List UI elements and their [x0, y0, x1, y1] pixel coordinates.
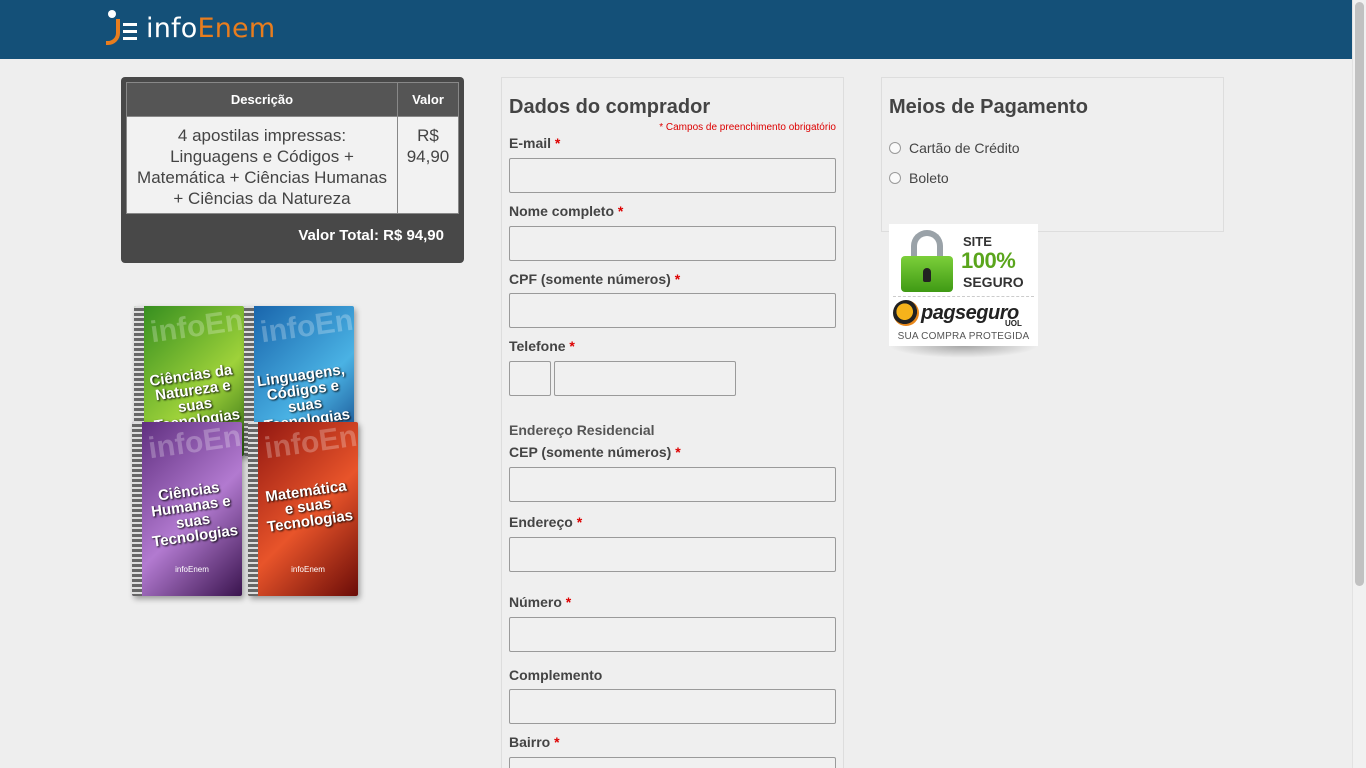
cpf-field[interactable]	[509, 293, 836, 328]
number-label: Número *	[509, 594, 571, 610]
books-image: infoEnem Ciências da Natureza e suas Tec…	[130, 300, 370, 600]
phone-label: Telefone *	[509, 338, 575, 354]
credit-card-radio[interactable]	[889, 142, 901, 154]
buyer-form: Dados do comprador * Campos de preenchim…	[501, 77, 844, 768]
secure-site-badge: SITE 100% SEGURO pagseguro UOL SUA COMPR…	[889, 224, 1038, 360]
logo-text-enem: Enem	[197, 12, 276, 44]
badge-protected-text: SUA COMPRA PROTEGIDA	[897, 331, 1030, 342]
required-star: *	[576, 514, 583, 530]
payment-option-credit-card[interactable]: Cartão de Crédito	[889, 140, 1020, 156]
cpf-label-text: CPF (somente números)	[509, 271, 671, 287]
book-brand: infoEnem	[291, 565, 325, 574]
address-field[interactable]	[509, 537, 836, 572]
phone-label-text: Telefone	[509, 338, 566, 354]
order-summary: Descrição Valor 4 apostilas impressas: L…	[121, 77, 464, 263]
badge-panel: SITE 100% SEGURO pagseguro UOL SUA COMPR…	[889, 224, 1038, 346]
cep-label-text: CEP (somente números)	[509, 444, 672, 460]
required-star: *	[569, 338, 575, 354]
padlock-icon	[899, 230, 955, 292]
name-label-text: Nome completo	[509, 203, 615, 219]
book-title: Ciências Humanas e suas Tecnologias	[150, 479, 240, 551]
order-table: Descrição Valor 4 apostilas impressas: L…	[126, 82, 459, 214]
top-header: infoEnem	[0, 0, 1352, 59]
buyer-title: Dados do comprador	[509, 96, 711, 118]
uol-text: UOL	[1005, 319, 1022, 328]
order-item-value: R$ 94,90	[397, 116, 459, 214]
address-label: Endereço *	[509, 514, 582, 530]
email-label: E-mail *	[509, 135, 560, 151]
book-watermark: infoEnem	[262, 422, 358, 466]
book-watermark: infoEnem	[146, 422, 242, 466]
payment-title: Meios de Pagamento	[889, 96, 1088, 118]
address-label-text: Endereço	[509, 514, 573, 530]
logo-text-info: info	[146, 12, 198, 44]
order-col-description: Descrição	[126, 82, 398, 117]
infoenem-logo[interactable]: infoEnem	[106, 9, 275, 47]
badge-percent-text: 100%	[961, 248, 1016, 273]
district-label: Bairro *	[509, 734, 560, 750]
order-col-value: Valor	[397, 82, 459, 117]
boleto-label: Boleto	[909, 170, 949, 186]
order-item-description: 4 apostilas impressas: Linguagens e Códi…	[126, 116, 398, 214]
email-field[interactable]	[509, 158, 836, 193]
page-scrollbar[interactable]	[1352, 0, 1366, 768]
book-matematica: infoEnem Matemática e suas Tecnologias i…	[248, 422, 358, 596]
book-brand: infoEnem	[175, 565, 209, 574]
address-section-title: Endereço Residencial	[509, 422, 655, 438]
number-label-text: Número	[509, 594, 562, 610]
book-ciencias-humanas: infoEnem Ciências Humanas e suas Tecnolo…	[132, 422, 242, 596]
cep-label: CEP (somente números) *	[509, 444, 681, 460]
boleto-radio[interactable]	[889, 172, 901, 184]
required-star: *	[674, 271, 681, 287]
table-row: 4 apostilas impressas: Linguagens e Códi…	[126, 116, 459, 214]
payment-methods: Meios de Pagamento Cartão de Crédito Bol…	[881, 77, 1224, 232]
cep-field[interactable]	[509, 467, 836, 502]
logo-mark-icon	[106, 9, 140, 47]
complement-field[interactable]	[509, 689, 836, 724]
order-total: Valor Total: R$ 94,90	[298, 227, 444, 244]
pagseguro-icon	[893, 300, 919, 326]
spiral-binding	[132, 422, 142, 596]
badge-site-text: SITE	[963, 234, 992, 249]
cpf-label: CPF (somente números) *	[509, 271, 680, 287]
required-star: *	[675, 444, 681, 460]
logo-text: infoEnem	[146, 13, 275, 44]
credit-card-label: Cartão de Crédito	[909, 140, 1020, 156]
scrollbar-thumb[interactable]	[1355, 2, 1364, 586]
complement-label: Complemento	[509, 667, 603, 683]
pagseguro-logo: pagseguro	[893, 300, 1019, 326]
full-name-field[interactable]	[509, 226, 836, 261]
required-star: *	[554, 734, 560, 750]
spiral-binding	[248, 422, 258, 596]
book-watermark: infoEnem	[258, 306, 354, 350]
book-title: Matemática e suas Tecnologias	[264, 477, 355, 536]
required-star: *	[565, 594, 572, 610]
required-star: *	[617, 203, 624, 219]
phone-number-field[interactable]	[554, 361, 736, 396]
required-star: *	[554, 135, 561, 151]
district-field[interactable]	[509, 757, 836, 768]
number-field[interactable]	[509, 617, 836, 652]
phone-area-code-field[interactable]	[509, 361, 551, 396]
badge-shadow	[889, 346, 1038, 358]
required-note: * Campos de preenchimento obrigatório	[659, 122, 836, 133]
email-label-text: E-mail	[509, 135, 552, 151]
badge-seguro-text: SEGURO	[963, 274, 1024, 290]
payment-option-boleto[interactable]: Boleto	[889, 170, 949, 186]
badge-divider	[893, 296, 1034, 297]
name-label: Nome completo *	[509, 203, 623, 219]
book-watermark: infoEnem	[148, 306, 244, 350]
district-label-text: Bairro	[509, 734, 551, 750]
